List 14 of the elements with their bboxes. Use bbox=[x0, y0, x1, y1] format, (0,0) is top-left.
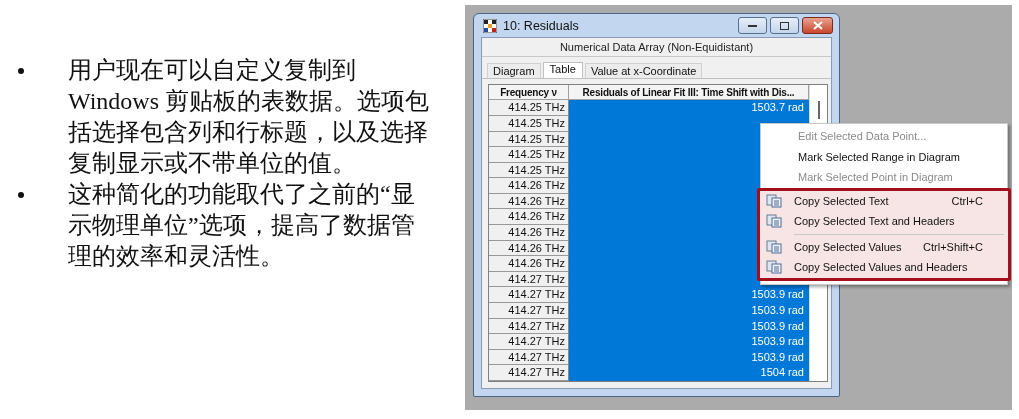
row-header: 414.26 THz bbox=[489, 225, 569, 241]
row-header: 414.26 THz bbox=[489, 178, 569, 194]
row-header: 414.27 THz bbox=[489, 287, 569, 304]
window-title: 10: Residuals bbox=[503, 18, 580, 33]
row-header: 414.27 THz bbox=[489, 365, 569, 381]
panel-title: Numerical Data Array (Non-Equidistant) bbox=[482, 38, 831, 58]
row-header: 414.26 THz bbox=[489, 209, 569, 226]
bullet-text: 用户现在可以自定义复制到 Windows 剪贴板的表数据。选项包括选择包含列和行标题，以及选择复制显示或不带单位的值。 bbox=[68, 56, 431, 178]
row-header: 414.26 THz bbox=[489, 256, 569, 272]
row-header: 414.25 THz bbox=[489, 147, 569, 163]
bullet-text: 这种简化的功能取代了之前的“显示物理单位”选项，提高了数据管理的效率和灵活性。 bbox=[68, 180, 416, 271]
row-header: 414.25 THz bbox=[489, 100, 569, 116]
row-header: 414.27 THz bbox=[489, 303, 569, 319]
row-header: 414.27 THz bbox=[489, 334, 569, 350]
